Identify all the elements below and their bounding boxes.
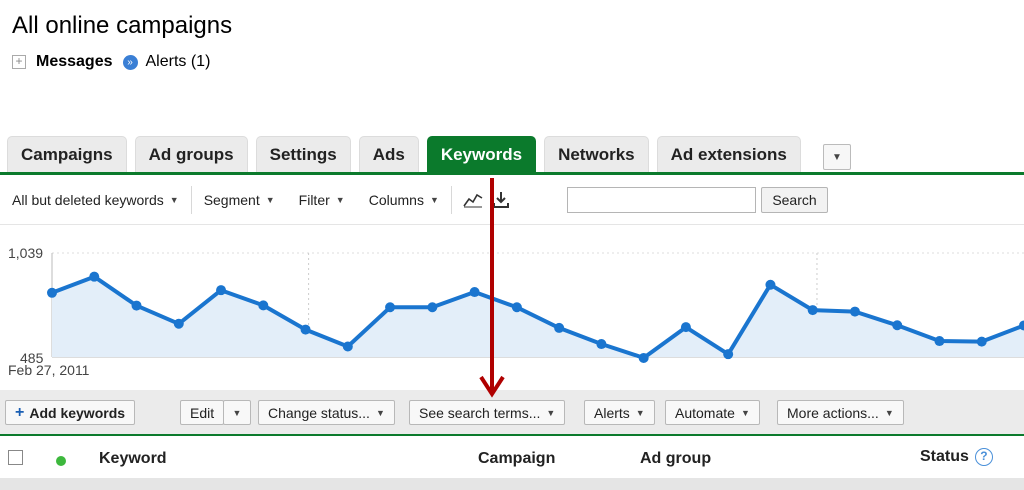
column-header-keyword[interactable]: Keyword [99, 450, 167, 468]
more-actions-button[interactable]: More actions... ▼ [777, 400, 904, 425]
chart-point[interactable] [469, 287, 480, 298]
columns-label: Columns [368, 191, 424, 208]
segment-dropdown[interactable]: Segment ▼ [192, 192, 287, 208]
column-header-campaign[interactable]: Campaign [478, 450, 555, 468]
filter-dropdown[interactable]: Filter ▼ [287, 192, 357, 208]
segment-label: Segment [203, 191, 260, 208]
chart-point[interactable] [976, 336, 987, 347]
graph-options-icon[interactable] [462, 189, 484, 211]
edit-dropdown-button[interactable]: ▼ [223, 400, 251, 425]
chart-point[interactable] [47, 287, 57, 298]
chart-svg: 1,039 485 Feb 27, 2011 [8, 245, 1024, 378]
column-header-status[interactable]: Status? [920, 448, 993, 466]
tab-ads[interactable]: Ads [358, 136, 419, 172]
chart-point[interactable] [342, 341, 353, 352]
caret-down-icon: ▼ [884, 407, 894, 418]
chart-point[interactable] [131, 300, 142, 311]
tab-ad-groups[interactable]: Ad groups [134, 136, 248, 172]
see-search-terms-label: See search terms... [419, 404, 541, 421]
search-button[interactable]: Search [761, 187, 828, 213]
columns-dropdown[interactable]: Columns ▼ [357, 192, 451, 208]
chart-point[interactable] [554, 322, 565, 333]
start-date-label: Feb 27, 2011 [8, 362, 90, 378]
table-header: Keyword Campaign Ad group Status? [0, 438, 1024, 478]
tab-settings[interactable]: Settings [255, 136, 351, 172]
messages-row: + Messages » Alerts (1) [12, 53, 210, 71]
alert-arrow-icon[interactable]: » [122, 54, 138, 70]
toolbar-divider [450, 185, 452, 214]
chart-point[interactable] [385, 302, 396, 313]
action-bar: + Add keywords Edit ▼ Change status... ▼… [0, 390, 1024, 436]
change-status-button[interactable]: Change status... ▼ [258, 400, 395, 425]
caret-down-icon: ▼ [335, 194, 345, 205]
y-max-label: 1,039 [8, 245, 43, 261]
more-tabs-dropdown[interactable]: ▼ [823, 144, 851, 170]
chart-point[interactable] [258, 300, 269, 311]
keyword-filter-dropdown[interactable]: All but deleted keywords ▼ [0, 192, 191, 208]
chart-point[interactable] [807, 305, 818, 316]
tab-ad-extensions[interactable]: Ad extensions [656, 136, 801, 172]
alerts-label: Alerts [594, 404, 630, 421]
caret-down-icon: ▼ [429, 194, 439, 205]
chart-point[interactable] [892, 320, 903, 331]
automate-label: Automate [675, 404, 735, 421]
change-status-label: Change status... [268, 404, 370, 421]
edit-label: Edit [190, 404, 215, 421]
caret-down-icon: ▼ [375, 407, 385, 418]
caret-down-icon: ▼ [232, 407, 242, 418]
tab-campaigns[interactable]: Campaigns [7, 136, 127, 172]
toolbar: All but deleted keywords ▼ Segment ▼ Fil… [0, 175, 1024, 225]
download-icon[interactable] [490, 189, 512, 211]
page-title: All online campaigns [12, 12, 233, 39]
automate-button[interactable]: Automate ▼ [665, 400, 760, 425]
status-label: Status [920, 448, 969, 465]
see-search-terms-button[interactable]: See search terms... ▼ [409, 400, 566, 425]
caret-down-icon: ▼ [265, 194, 275, 205]
caret-down-icon: ▼ [740, 407, 750, 418]
chart-point[interactable] [89, 271, 100, 282]
tab-networks[interactable]: Networks [544, 136, 649, 172]
column-header-ad-group[interactable]: Ad group [640, 450, 711, 468]
table-row-strip [0, 478, 1024, 490]
add-keywords-label: Add keywords [29, 404, 126, 421]
status-dot-icon [56, 456, 66, 466]
messages-label: Messages [36, 53, 113, 70]
caret-down-icon: ▼ [169, 194, 179, 205]
alerts-button[interactable]: Alerts ▼ [584, 400, 655, 425]
help-icon[interactable]: ? [974, 448, 993, 466]
chart-point[interactable] [173, 318, 184, 329]
chart-point[interactable] [638, 352, 649, 363]
chart-point[interactable] [765, 279, 776, 290]
chart-point[interactable] [300, 324, 311, 335]
chart-point[interactable] [596, 339, 607, 350]
performance-chart: 1,039 485 Feb 27, 2011 [0, 235, 1024, 385]
caret-down-icon: ▼ [546, 407, 556, 418]
edit-button[interactable]: Edit [180, 400, 225, 425]
expand-icon[interactable]: + [12, 55, 26, 69]
chart-point[interactable] [216, 285, 227, 296]
select-all-checkbox[interactable] [8, 450, 23, 465]
more-actions-label: More actions... [787, 404, 879, 421]
filter-label: Filter [298, 191, 330, 208]
add-keywords-button[interactable]: + Add keywords [5, 400, 136, 425]
tab-keywords[interactable]: Keywords [426, 136, 537, 172]
plus-icon: + [15, 403, 25, 421]
chart-point[interactable] [680, 322, 691, 333]
keyword-filter-label: All but deleted keywords [12, 191, 164, 208]
chart-point[interactable] [723, 349, 734, 360]
chart-point[interactable] [511, 302, 522, 313]
chart-point[interactable] [427, 302, 438, 313]
alerts-link[interactable]: Alerts (1) [146, 53, 211, 71]
search-input[interactable] [567, 187, 756, 213]
chart-point[interactable] [934, 336, 945, 347]
tab-bar: Campaigns Ad groups Settings Ads Keyword… [7, 136, 809, 172]
caret-down-icon: ▼ [635, 407, 645, 418]
chart-point[interactable] [849, 306, 860, 317]
